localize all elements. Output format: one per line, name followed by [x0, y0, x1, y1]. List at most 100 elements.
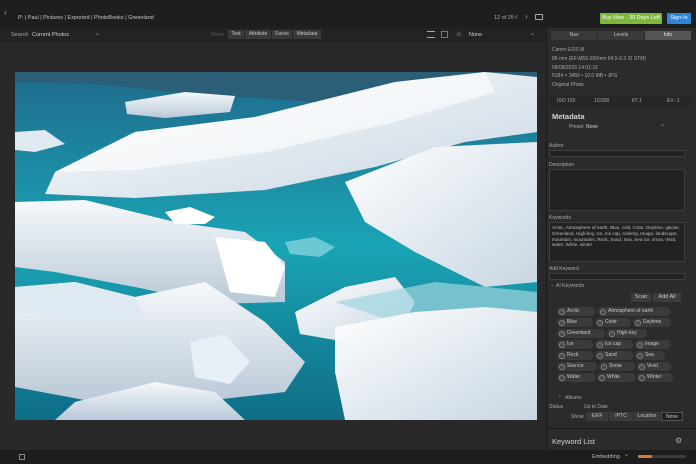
search-scope-select[interactable]: Current Photos [32, 32, 69, 38]
status-value: Up to Date [584, 404, 608, 410]
tab-nav[interactable]: Nav [551, 31, 597, 40]
plus-icon: + [559, 308, 565, 315]
photo-source: Original Photo [552, 82, 584, 88]
chevron-right-icon[interactable]: › [559, 393, 561, 399]
ai-tag-atmosphere[interactable]: + Atmosphere of earth [598, 307, 670, 316]
plus-icon: + [639, 374, 645, 381]
main-photo[interactable] [15, 72, 537, 420]
chevron-down-icon[interactable]: ⌄ [660, 121, 665, 128]
chevron-down-icon[interactable]: ⌄ [624, 451, 629, 458]
breadcrumb[interactable]: P: | Paul | Pictures | Exported | PhotoB… [18, 15, 154, 21]
plus-icon: + [601, 363, 607, 370]
divider [547, 428, 696, 429]
ai-tag-blue[interactable]: + Blue [557, 318, 593, 327]
prev-photo-icon[interactable]: ‹ [515, 12, 518, 21]
keyword-list-heading[interactable]: Keyword List [552, 437, 595, 446]
capture-date: 08/08/2016 14:01:16 [552, 65, 598, 71]
chevron-down-icon[interactable]: ⌄ [550, 282, 554, 288]
ai-tag-ice[interactable]: + Ice [557, 340, 593, 349]
filter-attribute[interactable]: Attribute [245, 30, 271, 39]
checkbox-icon[interactable] [19, 454, 25, 460]
plus-icon: + [559, 352, 565, 359]
ai-tag-white[interactable]: + White [597, 373, 635, 382]
embedding-progress-fill [638, 455, 653, 458]
tab-levels[interactable]: Levels [598, 31, 644, 40]
ai-tag-rock[interactable]: + Rock [557, 351, 593, 360]
bottom-bar: Embedding ⌄ [0, 450, 696, 464]
aperture-value: f/7.1 [632, 98, 642, 104]
plus-icon: + [597, 341, 603, 348]
next-photo-icon[interactable]: › [525, 12, 528, 21]
filter-faces[interactable]: Faces [272, 30, 292, 39]
monitor-icon[interactable] [535, 14, 543, 20]
ai-tag-sea-ice[interactable]: + Sea ice [557, 362, 597, 371]
gear-icon[interactable]: ⚙ [675, 436, 682, 445]
albums-label[interactable]: Albums [565, 395, 582, 401]
iceberg-image [15, 72, 537, 420]
shutter-value: 1/2000 [594, 98, 610, 104]
plus-icon: + [600, 308, 606, 315]
tab-info[interactable]: Info [645, 31, 691, 40]
sign-in-button[interactable]: Sign-In [667, 13, 691, 24]
ai-tag-daytime[interactable]: + Daytime [633, 318, 671, 327]
search-label: Search [11, 32, 29, 38]
ai-tag-vivid[interactable]: + Vivid [637, 362, 671, 371]
image-dimensions: 5184 × 3456 • 10.0 MB • JPG [552, 73, 618, 79]
plus-icon: + [559, 319, 565, 326]
ev-value: EV -1 [667, 98, 680, 104]
show-location[interactable]: Location [634, 412, 660, 421]
plus-icon: + [635, 319, 641, 326]
filter-metadata[interactable]: Metadata [293, 30, 321, 39]
embedding-label: Embedding [592, 454, 620, 460]
keywords-label: Keywords [549, 215, 571, 221]
show-none[interactable]: None [661, 412, 683, 421]
ai-tag-water[interactable]: + Water [557, 373, 595, 382]
scan-button[interactable]: Scan [631, 293, 651, 302]
description-label: Description [549, 162, 575, 168]
iso-value: ISO 100 [557, 98, 576, 104]
show-exif[interactable]: EXIF [586, 412, 608, 421]
add-all-button[interactable]: Add All [653, 293, 681, 302]
camera-model: Canon EOS M [552, 47, 585, 53]
photo-counter: 12 of 25 [494, 15, 514, 21]
metadata-heading: Metadata [552, 112, 585, 121]
light-icon[interactable]: ☼ [455, 29, 462, 38]
add-keyword-input[interactable] [549, 273, 685, 280]
show-iptc[interactable]: IPTC [609, 412, 633, 421]
keywords-text: Arctic, Atmosphere of earth, Blue, cold,… [552, 225, 680, 248]
author-label: Author [549, 143, 564, 149]
plus-icon: + [597, 319, 603, 326]
ai-keywords-label: AI Keywords [556, 283, 585, 289]
ai-tag-snow[interactable]: + Snow [599, 362, 635, 371]
author-field[interactable] [549, 150, 685, 157]
preset-select[interactable]: None [586, 124, 598, 130]
ai-tag-high-key[interactable]: + High-key [607, 329, 647, 338]
sort-select[interactable]: None [469, 32, 482, 38]
buy-now-button[interactable]: Buy Now - 30 Days Left [600, 13, 662, 24]
embedding-progress [638, 455, 686, 458]
overlay-icon[interactable] [441, 31, 448, 38]
description-field[interactable] [549, 169, 685, 211]
search-bar: Search Current Photos ⌄ None Text Attrib… [0, 28, 546, 42]
ai-tag-ice-cap[interactable]: + Ice cap [595, 340, 633, 349]
ai-tag-sea[interactable]: + Sea [635, 351, 665, 360]
chevron-down-icon[interactable]: ⌄ [95, 30, 100, 37]
filter-none[interactable]: None [211, 32, 224, 38]
plus-icon: + [597, 352, 603, 359]
keywords-field[interactable]: Arctic, Atmosphere of earth, Blue, cold,… [549, 222, 685, 262]
plus-icon: + [637, 352, 643, 359]
sort-icon[interactable] [427, 31, 435, 38]
ai-tag-image[interactable]: + Image [635, 340, 671, 349]
ai-tag-sand[interactable]: + Sand [595, 351, 633, 360]
ai-tag-color[interactable]: + Color [595, 318, 631, 327]
folder-icon[interactable]: ‹ [4, 8, 10, 17]
plus-icon: + [637, 341, 643, 348]
plus-icon: + [559, 330, 565, 337]
chevron-down-icon[interactable]: ⌄ [530, 30, 535, 37]
ai-tag-greenland[interactable]: + Greenland [557, 329, 605, 338]
ai-tag-arctic[interactable]: + Arctic [557, 307, 595, 316]
ai-tag-winter[interactable]: + Winter [637, 373, 673, 382]
right-panel: Nav Levels Info Canon EOS M 88 mm (EF-M5… [546, 28, 696, 450]
lens-info: 88 mm (EF-M55-200mm f/4.5-6.3 IS STM) [552, 56, 646, 62]
filter-text[interactable]: Text [228, 30, 244, 39]
